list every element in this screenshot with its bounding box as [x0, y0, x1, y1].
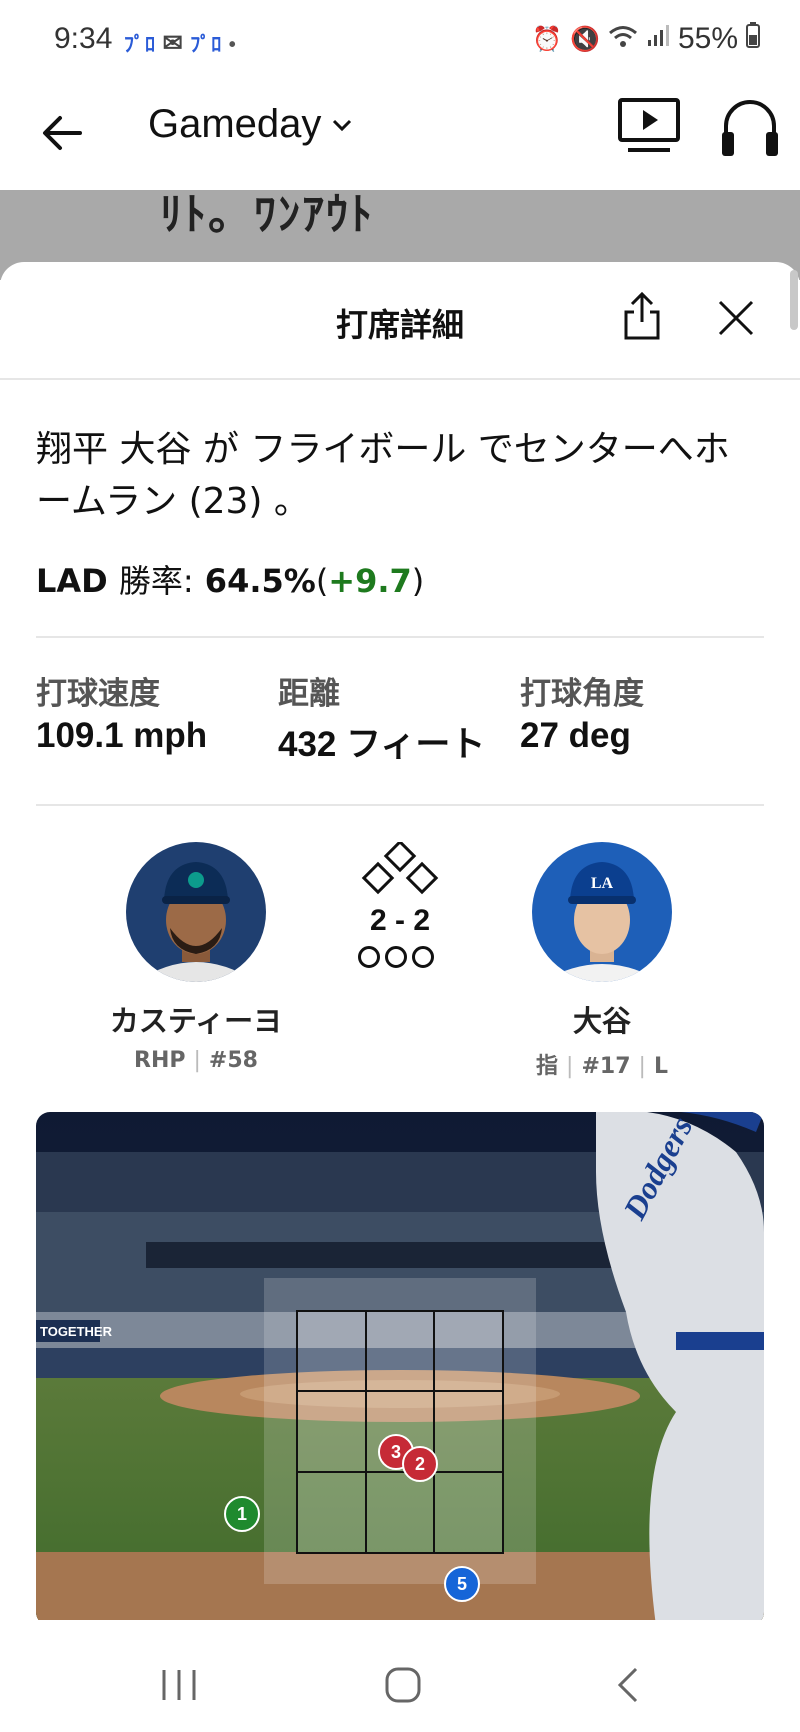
pitch-marker-2[interactable]: 2: [402, 1446, 438, 1482]
share-button[interactable]: [620, 290, 664, 346]
pitch-marker-1[interactable]: 1: [224, 1496, 260, 1532]
exit-velocity-label: 打球速度: [36, 676, 160, 712]
home-button[interactable]: [384, 1666, 422, 1708]
out-dot-icon: [358, 946, 380, 968]
home-icon: [385, 1667, 421, 1703]
win-prob-open: (: [315, 562, 329, 600]
batter-meta: 指 | #17 | L: [472, 1048, 732, 1080]
gameday-title: Gameday: [148, 102, 322, 146]
notification-app-icon: ﾌﾟﾛ: [124, 34, 156, 56]
separator: |: [638, 1054, 646, 1079]
recents-icon: [162, 1670, 196, 1700]
out-dot-icon: [412, 946, 434, 968]
pitcher-number: #58: [208, 1048, 258, 1073]
system-nav-bar: [0, 1620, 800, 1732]
second-base-icon: [383, 839, 417, 873]
recents-button[interactable]: [160, 1668, 198, 1706]
play-video-icon: [618, 98, 680, 152]
notification-icons: ﾌﾟﾛ ✉ ﾌﾟﾛ •: [124, 28, 237, 58]
back-arrow-icon: [43, 116, 82, 150]
notification-app-icon-2: ﾌﾟﾛ: [190, 34, 223, 56]
back-nav-button[interactable]: [614, 1666, 640, 1708]
strike-zone-grid: [296, 1310, 504, 1554]
separator: |: [193, 1048, 201, 1073]
sheet-title: 打席詳細: [335, 306, 464, 344]
strike-zone-view[interactable]: TOGETHER Dodgers 1 3 2 5: [36, 1112, 764, 1626]
back-chevron-icon: [617, 1667, 638, 1703]
more-notifications-dot-icon: •: [228, 34, 237, 56]
sheet-header-divider: [0, 378, 800, 380]
out-dot-icon: [385, 946, 407, 968]
svg-text:LA: LA: [591, 875, 614, 892]
third-base-icon: [361, 861, 395, 895]
status-indicators: ⏰ 🔇 55%: [532, 22, 760, 56]
pitcher-meta: RHP | #58: [66, 1048, 326, 1073]
chevron-down-icon: [333, 119, 352, 131]
divider: [36, 636, 764, 638]
close-button[interactable]: [716, 298, 756, 342]
status-time: 9:34: [54, 22, 113, 55]
battery-percent: 55%: [677, 22, 738, 55]
first-base-icon: [405, 861, 439, 895]
outs-indicator: [358, 946, 434, 968]
app-bar: Gameday: [0, 84, 800, 190]
pitch-marker-5[interactable]: 5: [444, 1566, 480, 1602]
background-play-text: ﾘﾄ。ﾜﾝｱｳﾄ: [160, 190, 374, 240]
mute-icon: 🔇: [570, 25, 600, 53]
separator: |: [566, 1054, 574, 1079]
bases-diamond: [358, 839, 442, 904]
wifi-icon: [608, 22, 638, 56]
exit-velocity-value: 109.1 mph: [36, 716, 208, 755]
pitcher-hand: RHP: [134, 1048, 186, 1073]
signal-icon: [646, 22, 670, 56]
launch-angle-label: 打球角度: [520, 676, 644, 712]
distance-value: 432 フィート: [278, 725, 486, 764]
win-prob-close: ): [411, 562, 425, 600]
video-button[interactable]: [618, 96, 680, 160]
batter-position: 指: [536, 1054, 559, 1079]
batter-name: 大谷: [572, 1004, 631, 1038]
pitcher-avatar[interactable]: [126, 842, 266, 982]
status-bar: 9:34 ﾌﾟﾛ ✉ ﾌﾟﾛ • ⏰ 🔇 55%: [0, 0, 800, 84]
win-prob-label: 勝率:: [118, 562, 194, 600]
win-prob-delta: +9.7: [328, 562, 412, 600]
play-description: 翔平 大谷 が フライボール でセンターへホームラン (23) 。: [36, 429, 730, 522]
win-prob-team: LAD: [36, 562, 108, 600]
share-icon: [624, 291, 660, 340]
battery-icon: [746, 22, 760, 56]
gmail-icon: ✉: [162, 30, 184, 57]
win-prob-value: 64.5%: [204, 562, 316, 600]
ball-strike-count: 2 - 2: [369, 904, 431, 937]
headphones-icon: [722, 100, 778, 156]
launch-angle-value: 27 deg: [520, 716, 631, 755]
batter-avatar[interactable]: LA: [532, 842, 672, 982]
batter-number: #17: [581, 1054, 631, 1079]
gameday-dropdown[interactable]: Gameday: [148, 102, 353, 147]
batter-bats: L: [653, 1054, 668, 1079]
alarm-icon: ⏰: [532, 25, 563, 53]
win-probability: LAD 勝率: 64.5%(+9.7): [36, 556, 424, 602]
pitcher-name: カスティーヨ: [109, 1004, 283, 1038]
stadium-ad-text: TOGETHER: [40, 1324, 112, 1339]
distance-label: 距離: [278, 676, 340, 712]
close-icon: [718, 300, 754, 336]
divider: [36, 804, 764, 806]
back-button[interactable]: [38, 108, 88, 158]
audio-button[interactable]: [720, 96, 780, 162]
